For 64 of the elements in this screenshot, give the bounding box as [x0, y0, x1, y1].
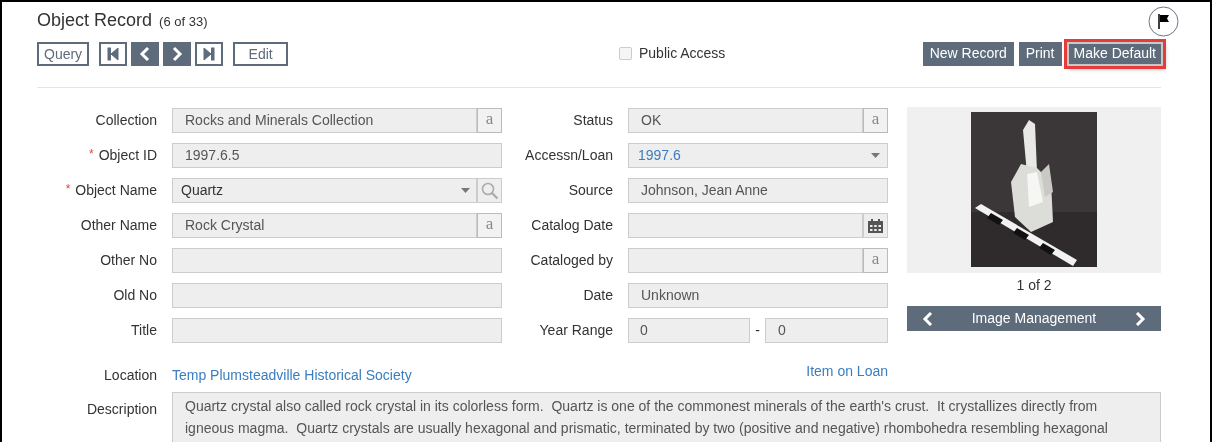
image-counter: 1 of 2: [1016, 276, 1052, 295]
flag-icon[interactable]: [1148, 5, 1179, 37]
dropdown-caret-icon: [461, 188, 470, 193]
description-field[interactable]: Quartz crystal also called rock crystal in its colorless form. Quartz is one of the commonest minerals of the earth's crust. It crystallizes directly from igneous magma. Quartz crystals are usually hexagonal and prismatic, terminated by two (positive and negative) rhombohedra resembling hexagonal: [172, 392, 1161, 442]
field-label: Old No: [112, 286, 157, 305]
dropdown-field[interactable]: Quartz: [172, 178, 477, 203]
text-field[interactable]: OK: [628, 108, 863, 133]
dropdown-field[interactable]: 1997.6: [628, 143, 888, 168]
dropdown-caret-icon: [871, 153, 880, 158]
lookup-button[interactable]: a: [477, 213, 502, 238]
field-label: Accessn/Loan: [524, 146, 613, 165]
calendar-button[interactable]: [863, 213, 888, 238]
checkbox-label: Public Access: [639, 44, 726, 63]
image-management-button[interactable]: Image Management: [934, 308, 1134, 329]
range-separator: -: [754, 321, 761, 340]
year-from-field[interactable]: 0: [628, 318, 750, 343]
next-image-icon[interactable]: [1134, 311, 1146, 326]
item-on-loan-link[interactable]: Item on Loan: [806, 361, 888, 382]
action-button[interactable]: New Record: [922, 41, 1014, 66]
field-label: Other Name: [79, 216, 157, 235]
field-label: Object Name: [75, 181, 157, 200]
text-field[interactable]: Rock Crystal: [172, 213, 477, 238]
field-label: Title: [130, 321, 157, 340]
field-label: Year Range: [538, 321, 613, 340]
field-label: Date: [582, 286, 613, 305]
text-field[interactable]: [172, 318, 502, 343]
text-field[interactable]: [172, 283, 502, 308]
search-icon: [480, 181, 499, 200]
field-label: Description: [85, 400, 157, 419]
query-button[interactable]: Query: [37, 41, 90, 66]
lookup-button[interactable]: a: [477, 108, 502, 133]
field-label: Catalog Date: [530, 216, 613, 235]
text-field[interactable]: [172, 248, 502, 273]
field-label: Source: [567, 181, 613, 200]
last-arrow-icon: [201, 45, 218, 62]
action-button[interactable]: Print: [1018, 41, 1062, 66]
field-label: Object ID: [98, 146, 157, 165]
previous-record-button[interactable]: [131, 41, 160, 66]
text-field[interactable]: Johnson, Jean Anne: [628, 178, 888, 203]
field-label: Collection: [94, 111, 157, 130]
record-count: (6 of 33): [159, 12, 208, 31]
required-marker: *: [65, 181, 71, 198]
previous-image-icon[interactable]: [922, 311, 934, 326]
text-field[interactable]: 1997.6.5: [172, 143, 502, 168]
text-field[interactable]: Rocks and Minerals Collection: [172, 108, 477, 133]
edit-button[interactable]: Edit: [233, 41, 289, 66]
field-label: Status: [572, 111, 613, 130]
field-label: Location: [103, 366, 157, 385]
year-to-field[interactable]: 0: [765, 318, 888, 343]
page-title: Object Record: [37, 8, 153, 32]
action-button[interactable]: Make Default: [1066, 41, 1163, 66]
field-label: Other No: [99, 251, 157, 270]
location-link[interactable]: Temp Plumsteadville Historical Society: [172, 365, 502, 386]
lookup-button[interactable]: a: [863, 248, 888, 273]
first-arrow-icon: [105, 45, 122, 62]
required-marker: *: [88, 146, 94, 163]
text-field[interactable]: Unknown: [628, 283, 888, 308]
calendar-icon: [868, 218, 883, 233]
field-label: Cataloged by: [529, 251, 613, 270]
lookup-button[interactable]: a: [863, 108, 888, 133]
next-record-button[interactable]: [163, 41, 192, 66]
text-field[interactable]: [628, 248, 863, 273]
public-access-checkbox[interactable]: [619, 47, 632, 60]
date-field[interactable]: [628, 213, 863, 238]
